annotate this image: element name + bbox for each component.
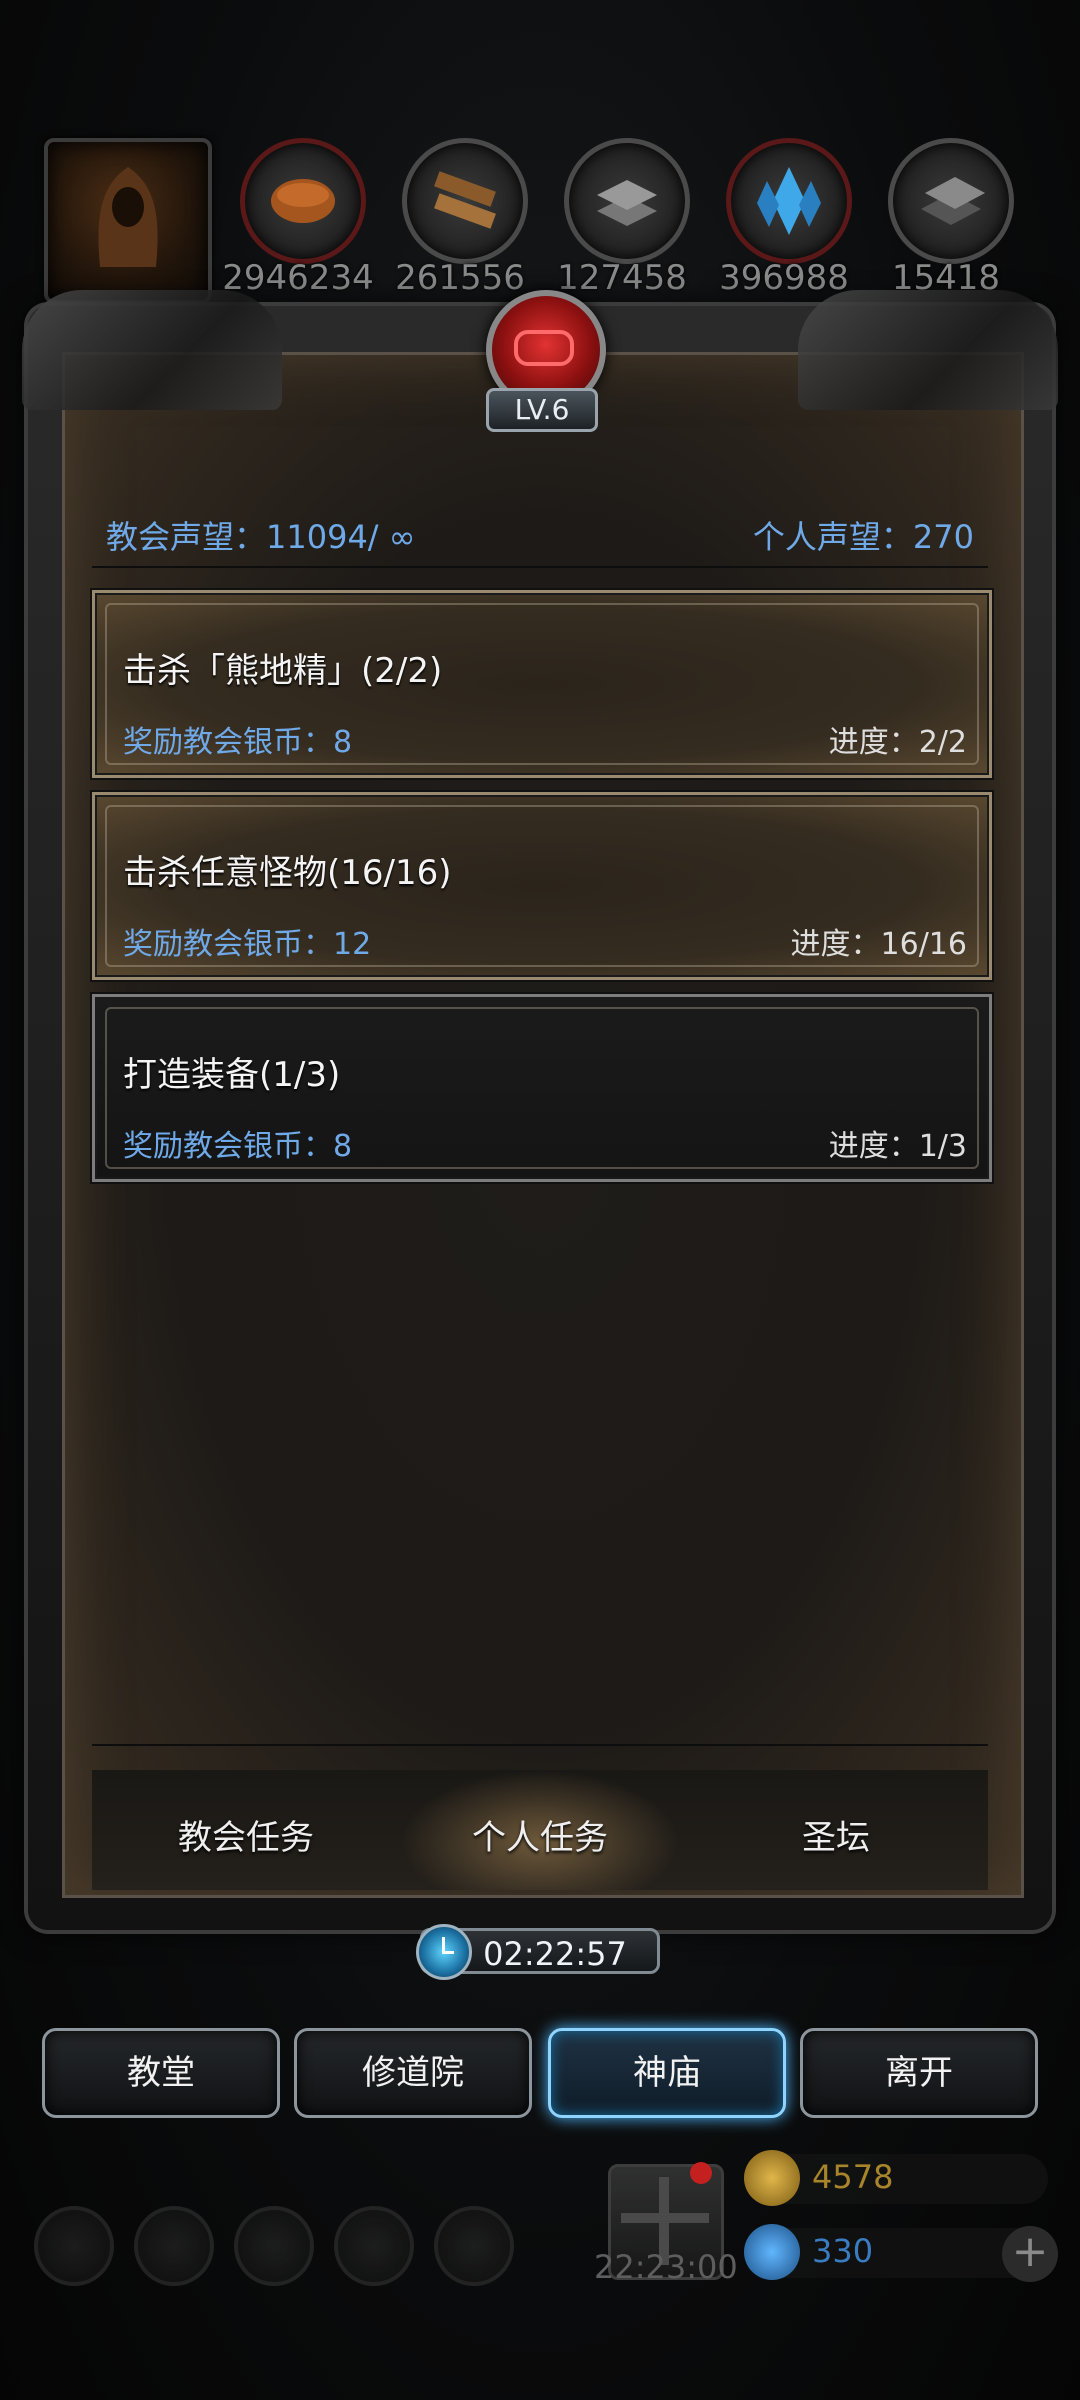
- resource-value: 127458: [557, 258, 687, 298]
- level-badge: LV.6: [486, 388, 598, 432]
- gem-icon: [744, 2224, 800, 2280]
- nav-leave-button[interactable]: 离开: [800, 2028, 1038, 2118]
- nav-temple-button[interactable]: 神庙: [548, 2028, 786, 2118]
- hero-avatar[interactable]: [44, 138, 212, 304]
- clock-icon: [416, 1924, 472, 1980]
- task-reward: 奖励教会银币：12: [123, 927, 372, 962]
- steel-icon[interactable]: [888, 138, 1014, 264]
- divider: [92, 566, 988, 568]
- task-progress: 进度：16/16: [790, 927, 967, 962]
- resource-value: 261556: [395, 258, 525, 298]
- wood-icon[interactable]: [402, 138, 528, 264]
- task-reward: 奖励教会银币：8: [123, 1129, 353, 1164]
- task-title: 打造装备(1/3): [123, 1055, 341, 1095]
- dragon-crest-right: [798, 290, 1058, 410]
- mail-icon[interactable]: [334, 2206, 414, 2286]
- hooded-figure-icon: [98, 167, 158, 267]
- add-currency-button[interactable]: +: [1002, 2226, 1058, 2282]
- task-reward: 奖励教会银币：8: [123, 725, 353, 760]
- iron-icon[interactable]: [564, 138, 690, 264]
- task-card[interactable]: 打造装备(1/3) 奖励教会银币：8 进度：1/3: [92, 994, 992, 1182]
- gem-amount: 330: [812, 2232, 874, 2270]
- task-card[interactable]: 击杀任意怪物(16/16) 奖励教会银币：12 进度：16/16: [92, 792, 992, 980]
- church-reputation: 教会声望：11094/ ∞: [106, 518, 416, 556]
- task-title: 击杀「熊地精」(2/2): [123, 651, 443, 691]
- notification-dot: [690, 2162, 712, 2184]
- bread-icon[interactable]: [240, 138, 366, 264]
- task-progress: 进度：1/3: [828, 1129, 967, 1164]
- crystal-icon[interactable]: [726, 138, 852, 264]
- settings-icon[interactable]: [34, 2206, 114, 2286]
- task-title: 击杀任意怪物(16/16): [123, 853, 452, 893]
- nav-church-button[interactable]: 教堂: [42, 2028, 280, 2118]
- gold-bar: [760, 2154, 1048, 2204]
- shop-icon[interactable]: [434, 2206, 514, 2286]
- nav-monastery-button[interactable]: 修道院: [294, 2028, 532, 2118]
- gift-timer: 22:23:00: [594, 2248, 738, 2286]
- dragon-crest-left: [22, 290, 282, 410]
- gold-coin-icon: [744, 2150, 800, 2206]
- resource-value: 2946234: [222, 258, 374, 298]
- divider: [92, 1744, 988, 1746]
- gold-amount: 4578: [812, 2158, 894, 2196]
- tab-personal-tasks[interactable]: 个人任务: [420, 1810, 660, 1859]
- task-card[interactable]: 击杀「熊地精」(2/2) 奖励教会银币：8 进度：2/2: [92, 590, 992, 778]
- rank-icon[interactable]: [234, 2206, 314, 2286]
- tab-altar[interactable]: 圣坛: [716, 1810, 956, 1859]
- task-progress: 进度：2/2: [828, 725, 967, 760]
- achievement-icon[interactable]: [134, 2206, 214, 2286]
- tab-church-tasks[interactable]: 教会任务: [126, 1810, 366, 1859]
- personal-reputation: 个人声望：270: [752, 518, 974, 556]
